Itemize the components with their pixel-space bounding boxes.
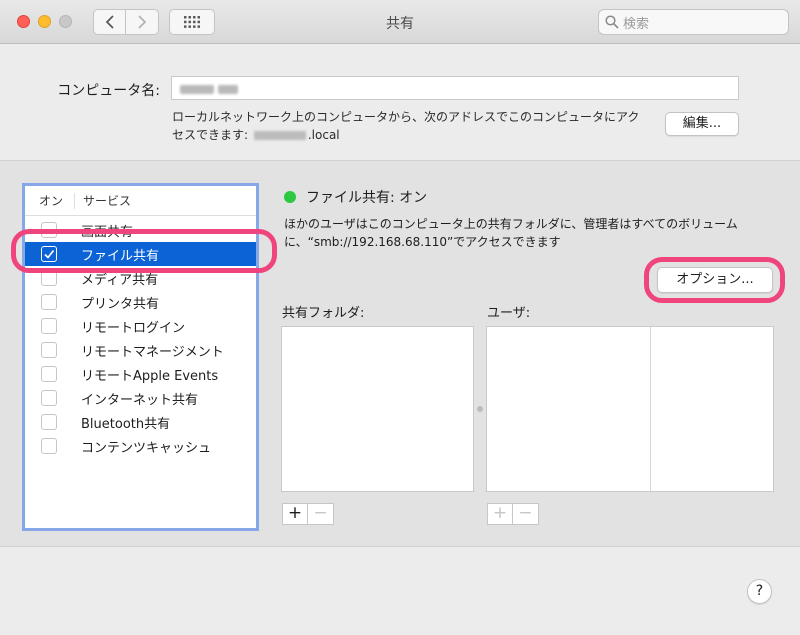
service-checkbox[interactable] bbox=[41, 366, 57, 382]
title-bar: 共有 検索 bbox=[0, 0, 800, 44]
service-row[interactable]: インターネット共有 bbox=[25, 386, 256, 410]
service-label: リモートログイン bbox=[81, 320, 186, 336]
search-placeholder: 検索 bbox=[623, 16, 650, 32]
service-row[interactable]: リモートApple Events bbox=[25, 362, 256, 386]
help-button[interactable]: ? bbox=[747, 579, 772, 604]
service-list-header: オン サービス bbox=[25, 186, 256, 216]
redacted-hostname bbox=[253, 131, 306, 140]
add-folder-button[interactable]: + bbox=[282, 503, 308, 525]
users-add-remove: + − bbox=[487, 503, 539, 525]
service-checkbox[interactable] bbox=[41, 246, 57, 262]
redacted-name-part bbox=[218, 85, 238, 94]
column-divider bbox=[650, 327, 651, 491]
users-label: ユーザ: bbox=[487, 306, 531, 321]
edit-button[interactable]: 編集... bbox=[665, 112, 739, 136]
search-field[interactable]: 検索 bbox=[598, 9, 789, 35]
users-list[interactable] bbox=[486, 326, 774, 492]
add-user-button[interactable]: + bbox=[487, 503, 513, 525]
address-description: ローカルネットワーク上のコンピュータから、次のアドレスでこのコンピュータにアク … bbox=[172, 110, 640, 142]
service-label: Bluetooth共有 bbox=[81, 416, 171, 432]
search-icon bbox=[605, 15, 619, 29]
shared-folders-label: 共有フォルダ: bbox=[282, 306, 365, 321]
redacted-name-part bbox=[180, 85, 214, 94]
service-label: インターネット共有 bbox=[81, 392, 199, 408]
status-indicator bbox=[284, 191, 296, 203]
service-label: リモートApple Events bbox=[81, 368, 219, 384]
shared-folders-list[interactable] bbox=[281, 326, 474, 492]
service-checkbox[interactable] bbox=[41, 342, 57, 358]
service-checkbox[interactable] bbox=[41, 222, 57, 238]
service-row[interactable]: 画面共有 bbox=[25, 218, 256, 242]
service-description: ほかのユーザはこのコンピュータ上の共有フォルダに、管理者はすべてのボリューム に… bbox=[284, 217, 738, 249]
options-button[interactable]: オプション... bbox=[657, 267, 773, 293]
service-row[interactable]: ファイル共有 bbox=[25, 242, 256, 266]
service-checkbox[interactable] bbox=[41, 294, 57, 310]
remove-user-button[interactable]: − bbox=[513, 503, 539, 525]
header-on: オン bbox=[25, 192, 75, 209]
checkmark-icon bbox=[44, 249, 55, 259]
service-list[interactable]: オン サービス 画面共有ファイル共有 メディア共有 プリンタ共有リモートログインリモ… bbox=[22, 183, 259, 531]
service-checkbox[interactable] bbox=[41, 414, 57, 430]
service-row[interactable]: Bluetooth共有 bbox=[25, 410, 256, 434]
header-service: サービス bbox=[83, 194, 132, 208]
service-label: コンテンツキャッシュ bbox=[81, 440, 212, 456]
service-row[interactable]: メディア共有 bbox=[25, 266, 256, 290]
shared-folders-add-remove: + − bbox=[282, 503, 334, 525]
service-checkbox[interactable] bbox=[41, 318, 57, 334]
split-handle[interactable] bbox=[477, 406, 483, 412]
service-label: メディア共有 bbox=[81, 272, 159, 288]
computer-name-input[interactable] bbox=[171, 76, 739, 100]
service-row[interactable]: プリンタ共有 bbox=[25, 290, 256, 314]
service-checkbox[interactable] bbox=[41, 390, 57, 406]
service-checkbox[interactable] bbox=[41, 438, 57, 454]
service-row[interactable]: コンテンツキャッシュ bbox=[25, 434, 256, 458]
service-label: プリンタ共有 bbox=[81, 296, 160, 312]
service-checkbox[interactable] bbox=[41, 270, 57, 286]
service-label: 画面共有 bbox=[81, 224, 134, 240]
remove-folder-button[interactable]: − bbox=[308, 503, 334, 525]
status-text: ファイル共有: オン bbox=[306, 190, 428, 206]
service-label: ファイル共有 bbox=[81, 248, 160, 264]
service-row[interactable]: リモートログイン bbox=[25, 314, 256, 338]
service-row[interactable]: リモートマネージメント bbox=[25, 338, 256, 362]
service-label: リモートマネージメント bbox=[81, 344, 224, 360]
computer-name-label: コンピュータ名: bbox=[57, 83, 160, 99]
